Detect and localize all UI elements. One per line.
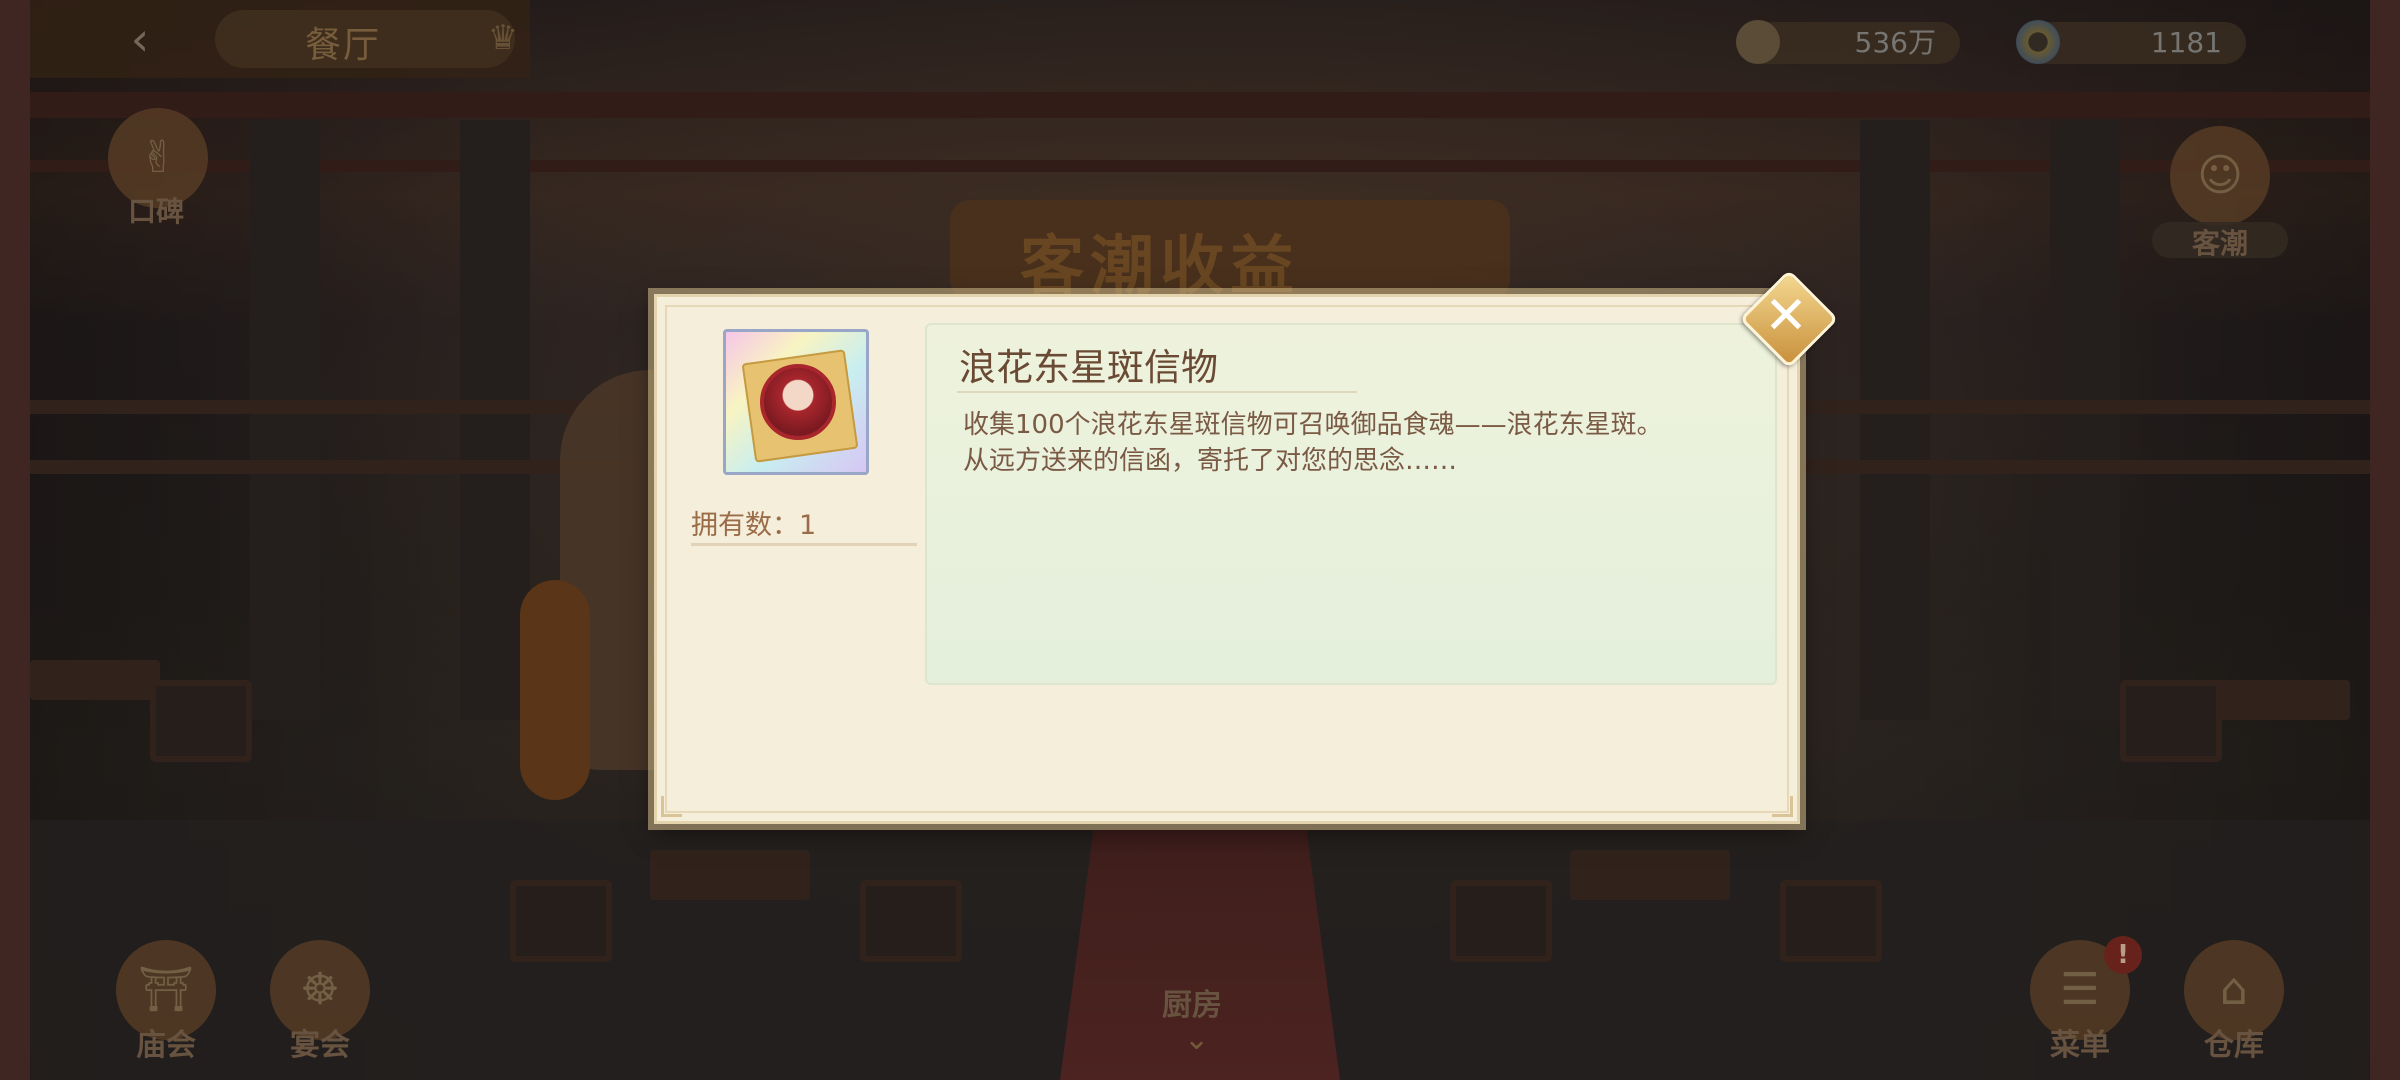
divider <box>691 543 917 546</box>
item-description: 收集100个浪花东星斑信物可召唤御品食魂——浪花东星斑。 从远方送来的信函，寄托… <box>963 407 1763 479</box>
owned-count: 拥有数：1 <box>691 510 817 541</box>
description-line: 收集100个浪花东星斑信物可召唤御品食魂——浪花东星斑。 <box>963 410 1663 440</box>
divider <box>957 391 1357 393</box>
character-portrait-icon <box>760 364 836 440</box>
item-detail-modal: 拥有数：1 浪花东星斑信物 收集100个浪花东星斑信物可召唤御品食魂——浪花东星… <box>654 294 1800 824</box>
item-icon-frame <box>723 329 869 475</box>
description-line: 从远方送来的信函，寄托了对您的思念…… <box>963 446 1458 476</box>
corner-ornament <box>1772 796 1793 817</box>
close-button[interactable]: ✕ <box>1739 269 1839 369</box>
item-name: 浪花东星斑信物 <box>959 346 1218 389</box>
close-icon: ✕ <box>1764 286 1808 346</box>
corner-ornament <box>661 796 682 817</box>
